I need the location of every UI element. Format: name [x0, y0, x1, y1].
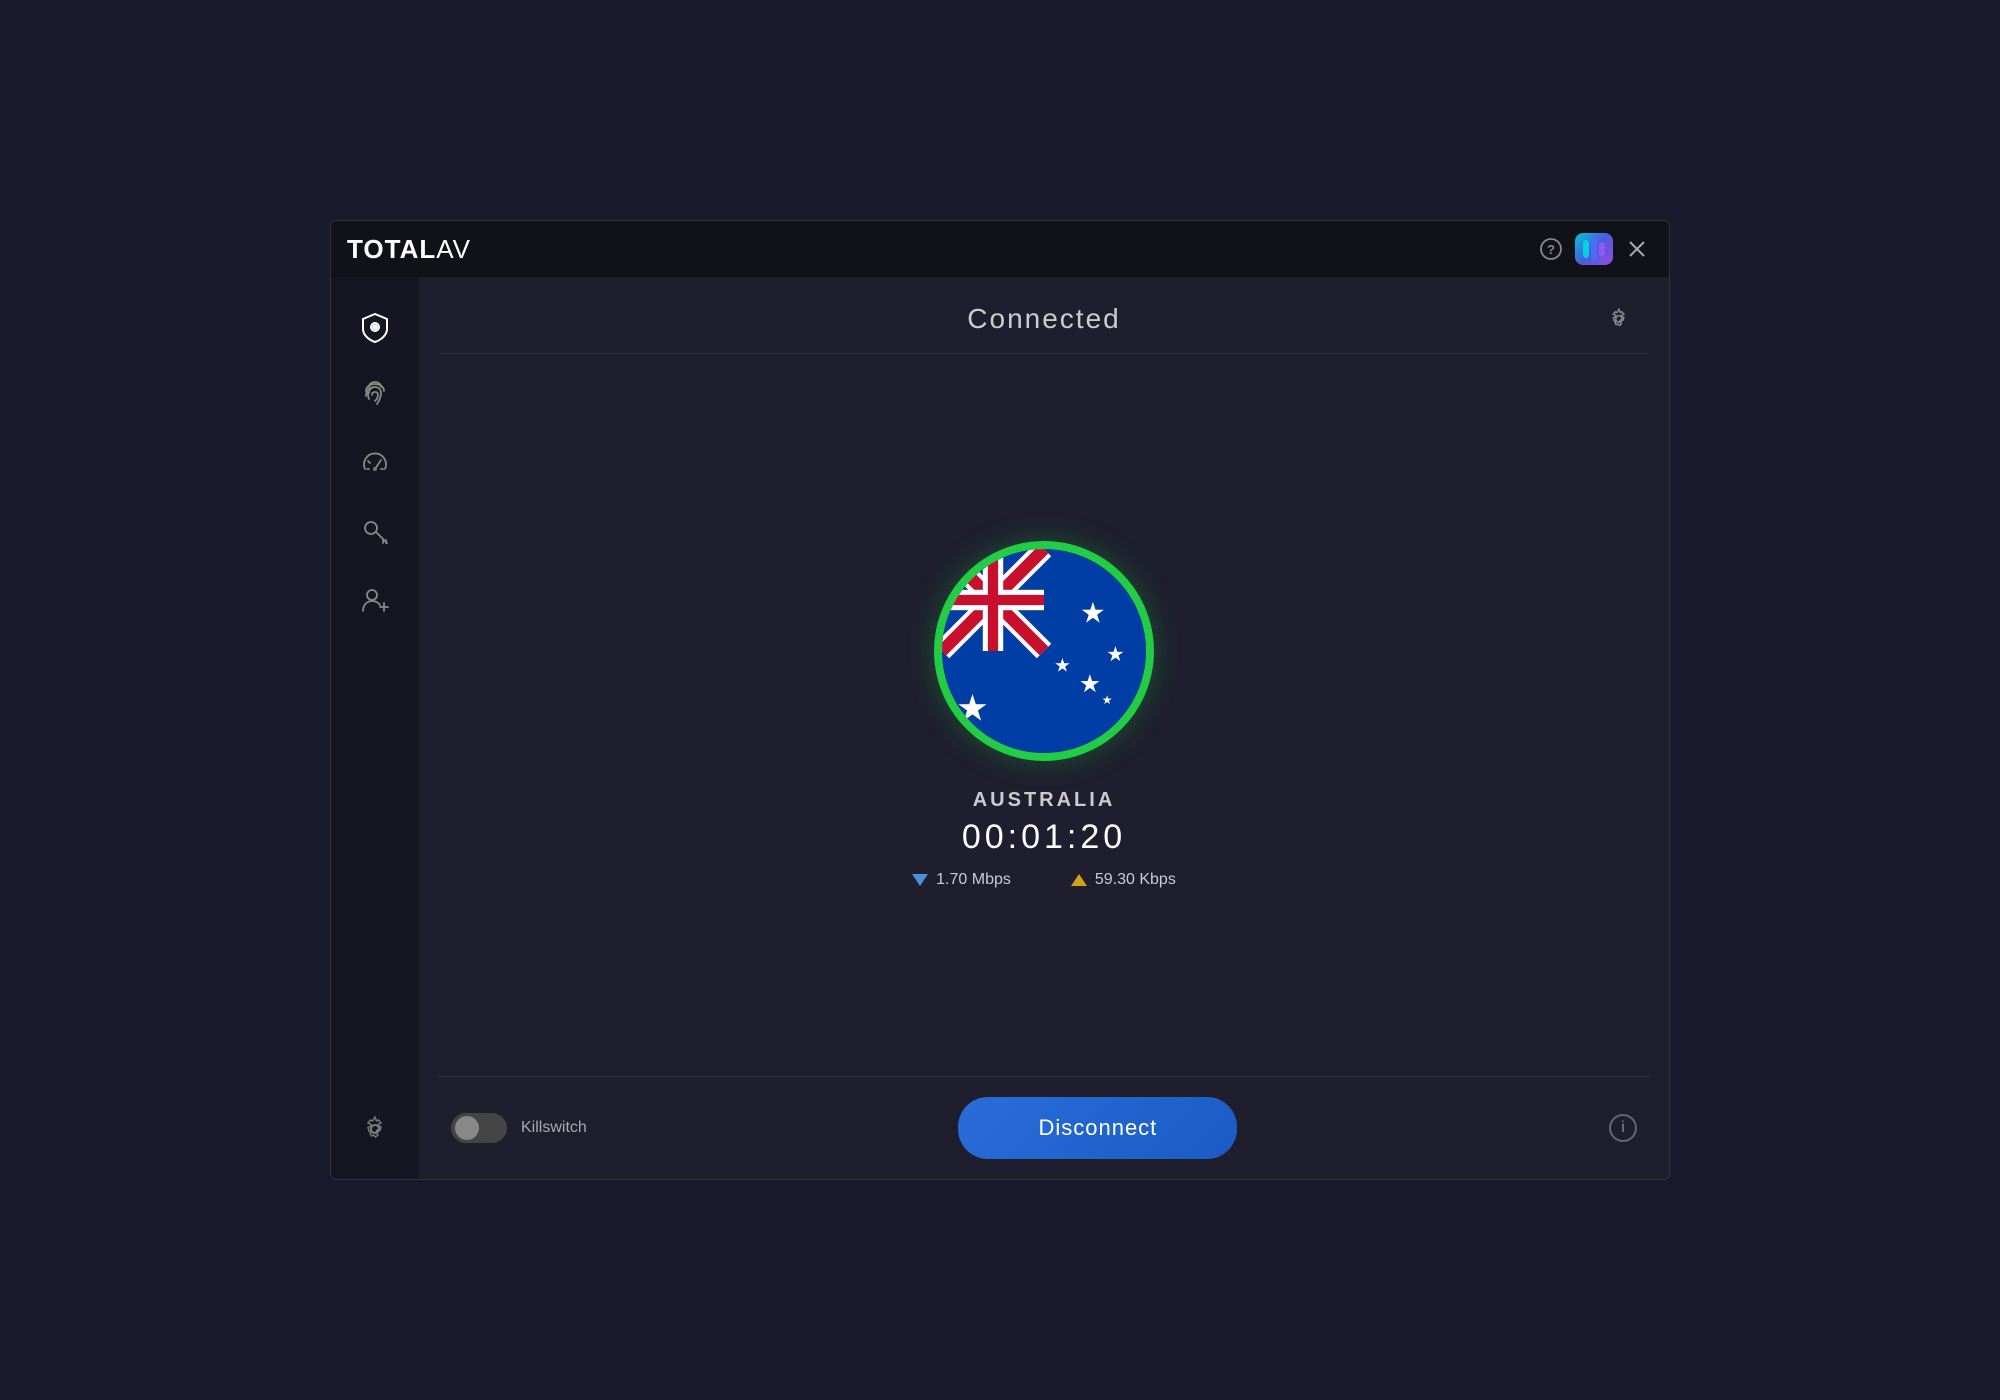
download-speed: 1.70 Mbps: [912, 871, 1011, 889]
sidebar-item-speedometer[interactable]: [345, 433, 405, 493]
australia-flag: ★ ★ ★ ★ ★ ★: [942, 549, 1146, 753]
logo-total: TOTAL: [347, 234, 436, 265]
vpn-header: Connected: [419, 277, 1669, 353]
upload-arrow-icon: [1071, 874, 1087, 886]
killswitch-toggle[interactable]: [451, 1113, 507, 1143]
killswitch-label: Killswitch: [521, 1119, 587, 1137]
sidebar-item-key[interactable]: [345, 501, 405, 561]
title-bar: TOTAL AV ?: [331, 221, 1669, 277]
toggle-knob: [455, 1116, 479, 1140]
app-switcher-icon[interactable]: [1575, 233, 1613, 265]
sidebar-item-settings[interactable]: [345, 1099, 405, 1159]
sidebar-item-fingerprint[interactable]: [345, 365, 405, 425]
app-window: TOTAL AV ?: [330, 220, 1670, 1180]
svg-text:★: ★: [1106, 644, 1124, 666]
info-button[interactable]: i: [1609, 1114, 1637, 1142]
vpn-body: ★ ★ ★ ★ ★ ★ AUSTRALIA 00:01:20: [419, 354, 1669, 1076]
vpn-settings-button[interactable]: [1601, 301, 1637, 337]
svg-text:★: ★: [1080, 597, 1106, 629]
bar1: [1583, 240, 1589, 258]
svg-text:★: ★: [956, 687, 989, 728]
svg-text:★: ★: [1079, 671, 1101, 698]
flag-container: ★ ★ ★ ★ ★ ★: [934, 541, 1154, 761]
title-bar-actions: ?: [1535, 233, 1653, 265]
svg-text:★: ★: [1102, 693, 1113, 707]
download-arrow-icon: [912, 874, 928, 886]
killswitch-area: Killswitch: [451, 1113, 587, 1143]
bar3: [1599, 242, 1605, 256]
download-speed-value: 1.70 Mbps: [936, 871, 1011, 889]
country-name: AUSTRALIA: [973, 789, 1116, 812]
upload-speed: 59.30 Kbps: [1071, 871, 1176, 889]
sidebar-item-add-user[interactable]: [345, 569, 405, 629]
bar2: [1591, 237, 1597, 261]
sidebar-item-shield[interactable]: [345, 297, 405, 357]
connection-timer: 00:01:20: [962, 818, 1126, 857]
speed-row: 1.70 Mbps 59.30 Kbps: [912, 871, 1176, 889]
vpn-status-title: Connected: [487, 303, 1601, 335]
main-area: Connected: [331, 277, 1669, 1179]
upload-speed-value: 59.30 Kbps: [1095, 871, 1176, 889]
app-logo: TOTAL AV: [347, 234, 471, 265]
svg-text:?: ?: [1547, 242, 1555, 257]
vpn-footer: Killswitch Disconnect i: [419, 1077, 1669, 1179]
disconnect-button[interactable]: Disconnect: [958, 1097, 1237, 1159]
svg-text:★: ★: [1054, 654, 1070, 675]
close-button[interactable]: [1621, 233, 1653, 265]
help-button[interactable]: ?: [1535, 233, 1567, 265]
vpn-content: Connected: [419, 277, 1669, 1179]
connection-info: AUSTRALIA 00:01:20 1.70 Mbps 59.30 Kbps: [912, 789, 1176, 889]
sidebar: [331, 277, 419, 1179]
logo-av: AV: [436, 234, 471, 265]
